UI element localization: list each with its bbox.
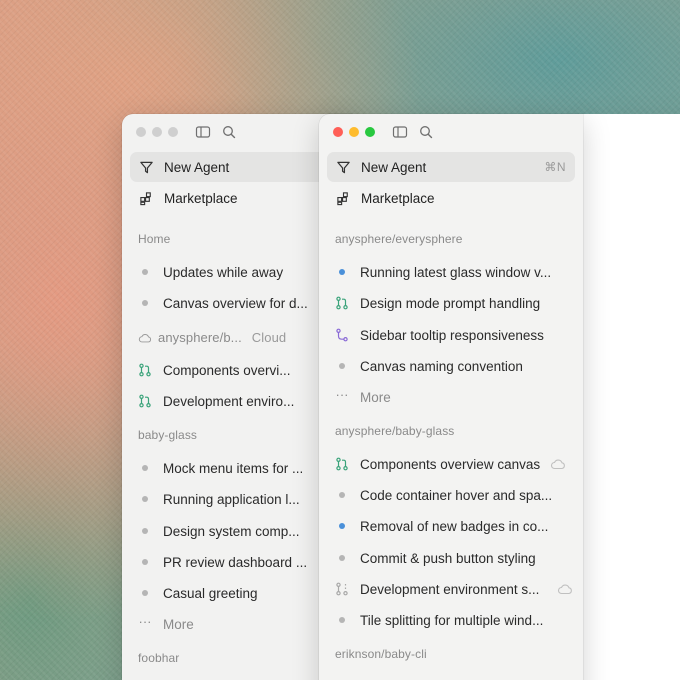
close-button[interactable] — [136, 127, 146, 137]
pr-icon — [335, 296, 349, 310]
send-icon — [336, 160, 351, 175]
grid-plus-icon — [336, 191, 351, 206]
list-item[interactable]: Commit & push button styling — [335, 546, 573, 570]
sidebar-toggle-icon[interactable] — [392, 124, 408, 140]
list-item[interactable]: Casual greeting — [138, 581, 342, 605]
marketplace-label: Marketplace — [164, 190, 238, 206]
section-header-everysphere: anysphere/everysphere — [335, 232, 463, 246]
list-item[interactable]: Removal of new badges in co... — [335, 514, 573, 538]
list-item[interactable]: Components overvi... — [138, 358, 342, 382]
marketplace-button[interactable]: Marketplace — [130, 183, 344, 213]
more-icon: ··· — [335, 386, 349, 402]
status-dot — [142, 496, 148, 502]
section-header-foobhar: foobhar — [138, 651, 180, 665]
window-controls — [333, 127, 375, 137]
more-icon: ··· — [138, 613, 152, 629]
pr-icon — [335, 457, 349, 471]
pr-icon — [138, 394, 152, 408]
minimize-button[interactable] — [152, 127, 162, 137]
list-item[interactable]: Design system comp... — [138, 519, 342, 543]
sidebar-toggle-icon[interactable] — [195, 124, 211, 140]
status-dot — [142, 528, 148, 534]
status-dot — [142, 269, 148, 275]
list-item[interactable]: Running latest glass window v... — [335, 260, 573, 284]
list-item[interactable]: Code container hover and spa... — [335, 483, 573, 507]
status-dot — [142, 559, 148, 565]
marketplace-button[interactable]: Marketplace — [327, 183, 575, 213]
status-dot — [142, 590, 148, 596]
new-agent-shortcut: ⌘N — [544, 160, 566, 174]
list-item[interactable]: PR review dashboard ... — [138, 550, 342, 574]
back-window: New Agent ⌘N Marketplace Home Updates wh… — [122, 114, 352, 680]
status-dot-active — [339, 523, 345, 529]
grid-plus-icon — [139, 191, 154, 206]
list-item[interactable]: Development enviro... — [138, 389, 342, 413]
list-item[interactable]: Canvas overview for d... — [138, 291, 342, 315]
status-dot — [339, 492, 345, 498]
front-window: New Agent ⌘N Marketplace anysphere/every… — [319, 114, 583, 680]
status-dot — [339, 555, 345, 561]
status-dot — [142, 465, 148, 471]
marketplace-label: Marketplace — [361, 190, 435, 206]
status-dot-active — [339, 269, 345, 275]
search-icon[interactable] — [221, 124, 237, 140]
list-item[interactable]: Tile splitting for multiple wind... — [335, 608, 573, 632]
cloud-label: Cloud — [251, 330, 287, 345]
more-button[interactable]: ··· More — [335, 385, 573, 409]
list-item[interactable]: Canvas naming convention — [335, 354, 573, 378]
minimize-button[interactable] — [349, 127, 359, 137]
list-item[interactable]: Running application l... — [138, 487, 342, 511]
branch-icon — [335, 328, 349, 342]
list-item[interactable]: Mock menu items for ... — [138, 456, 342, 480]
cloud-icon — [550, 458, 566, 470]
titlebar — [319, 114, 583, 150]
zoom-button[interactable] — [168, 127, 178, 137]
content-pane — [583, 114, 680, 680]
section-header-baby-glass: baby-glass — [138, 428, 198, 442]
cloud-icon — [557, 583, 573, 595]
zoom-button[interactable] — [365, 127, 375, 137]
new-agent-button[interactable]: New Agent ⌘N — [327, 152, 575, 182]
section-header-baby-cli: eriknson/baby-cli — [335, 647, 427, 661]
pr-draft-icon — [335, 582, 349, 596]
list-item[interactable]: Design mode prompt handling — [335, 291, 573, 315]
status-dot — [339, 617, 345, 623]
list-item[interactable]: Sidebar tooltip responsiveness — [335, 323, 573, 347]
status-dot — [339, 363, 345, 369]
list-item[interactable]: Development environment s... — [335, 577, 573, 601]
section-header-home: Home — [138, 232, 171, 246]
section-header-anysphere: anysphere/b... Cloud — [138, 330, 286, 345]
new-agent-label: New Agent — [361, 159, 427, 175]
new-agent-label: New Agent — [164, 159, 230, 175]
send-icon — [139, 160, 154, 175]
status-dot — [142, 300, 148, 306]
more-button[interactable]: ··· More — [138, 612, 342, 636]
search-icon[interactable] — [418, 124, 434, 140]
cloud-icon — [138, 332, 152, 344]
close-button[interactable] — [333, 127, 343, 137]
titlebar — [122, 114, 352, 150]
section-header-baby-glass: anysphere/baby-glass — [335, 424, 455, 438]
list-item[interactable]: Updates while away — [138, 260, 342, 284]
window-controls — [136, 127, 178, 137]
list-item[interactable]: Components overview canvas — [335, 452, 573, 476]
pr-icon — [138, 363, 152, 377]
